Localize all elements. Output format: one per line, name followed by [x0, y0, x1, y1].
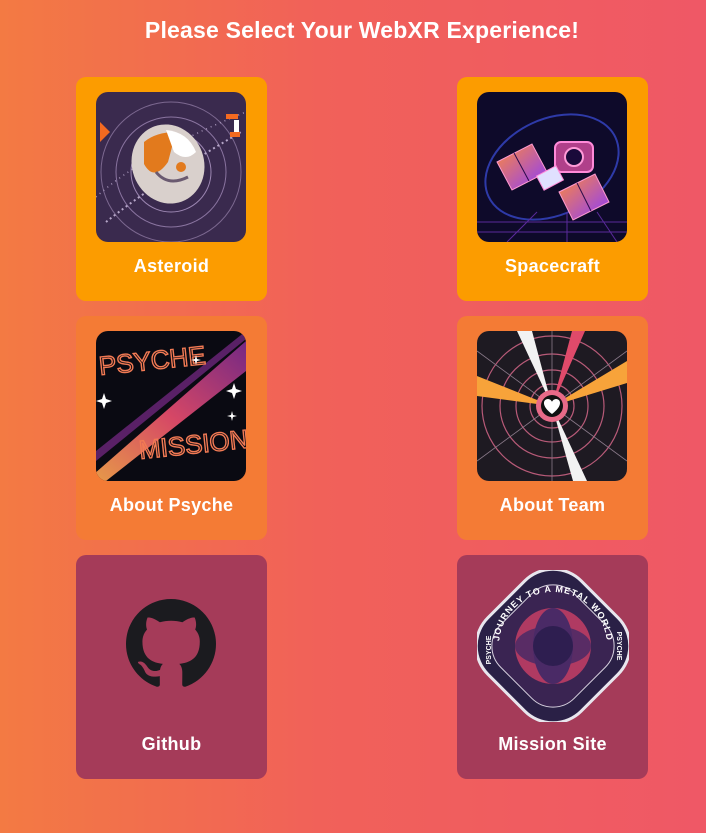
- about-psyche-card[interactable]: PSYCHE MISSION About Psyche: [76, 316, 267, 540]
- github-card[interactable]: Github: [76, 555, 267, 779]
- spacecraft-label: Spacecraft: [504, 256, 601, 276]
- asteroid-label: Asteroid: [133, 256, 210, 276]
- psyche-badge-icon: JOURNEY TO A METAL WORLD PSYCHE PSYCHE: [477, 570, 629, 722]
- about-team-label: About Team: [499, 495, 606, 515]
- heart-burst-image: [477, 331, 627, 481]
- github-label: Github: [141, 734, 202, 754]
- spacecraft-card[interactable]: Spacecraft: [457, 77, 648, 301]
- github-icon: [126, 599, 216, 687]
- badge-text-left: PSYCHE: [486, 635, 493, 664]
- about-team-card[interactable]: About Team: [457, 316, 648, 540]
- psyche-mission-image: PSYCHE MISSION: [96, 331, 246, 481]
- asteroid-card[interactable]: Asteroid: [76, 77, 267, 301]
- page-title: Please Select Your WebXR Experience!: [144, 17, 580, 43]
- mission-site-card[interactable]: JOURNEY TO A METAL WORLD PSYCHE PSYCHE M…: [457, 555, 648, 779]
- about-psyche-label: About Psyche: [109, 495, 234, 515]
- spacecraft-image: [477, 92, 627, 242]
- badge-text-right: PSYCHE: [615, 632, 622, 661]
- asteroid-image: [96, 92, 246, 242]
- mission-site-label: Mission Site: [498, 734, 607, 754]
